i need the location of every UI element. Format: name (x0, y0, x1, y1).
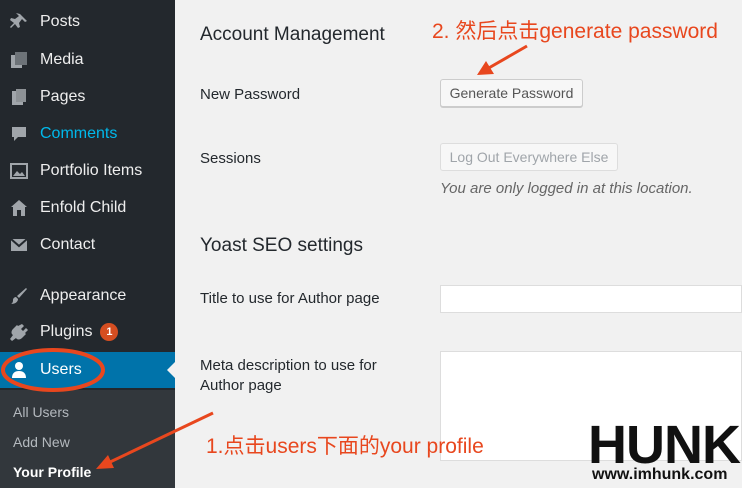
sidebar-item-label: Posts (40, 13, 81, 30)
home-icon (9, 198, 29, 218)
step1-annotation: 1.点击users下面的your profile (206, 435, 484, 458)
account-management-heading: Account Management (200, 24, 385, 45)
admin-sidebar: Posts Media Pages Comments Portfolio Ite… (0, 0, 175, 488)
logout-everywhere-button[interactable]: Log Out Everywhere Else (440, 143, 618, 171)
sessions-label: Sessions (200, 150, 261, 167)
media-icon (9, 50, 29, 70)
update-count-badge: 1 (100, 323, 119, 341)
submenu-item-add-new[interactable]: Add New (13, 434, 70, 450)
sidebar-item-label: Enfold Child (40, 199, 127, 216)
active-indicator (167, 362, 175, 378)
portfolio-icon (9, 161, 29, 181)
submenu-item-all-users[interactable]: All Users (13, 404, 69, 420)
arrow-to-generate (486, 44, 528, 71)
sidebar-item-media[interactable]: Media (0, 42, 175, 78)
sidebar-item-comments[interactable]: Comments (0, 116, 175, 152)
pin-icon (9, 12, 29, 32)
sidebar-item-label: Plugins (40, 323, 93, 340)
sessions-description: You are only logged in at this location. (440, 180, 693, 197)
sidebar-item-appearance[interactable]: Appearance (0, 278, 175, 314)
sidebar-item-enfold-child[interactable]: Enfold Child (0, 190, 175, 226)
sidebar-item-posts[interactable]: Posts (0, 4, 175, 40)
meta-description-label-line2: Author page (200, 377, 282, 394)
sidebar-item-label: Media (40, 51, 84, 68)
watermark-url: www.imhunk.com (592, 466, 728, 483)
mail-icon (9, 235, 29, 255)
user-icon (9, 360, 29, 380)
comments-icon (9, 124, 29, 144)
users-submenu: All Users Add New Your Profile (0, 390, 175, 488)
sidebar-item-label: Users (40, 361, 82, 378)
meta-description-label-line1: Meta description to use for (200, 357, 377, 374)
pages-icon (9, 87, 29, 107)
brush-icon (9, 286, 29, 306)
sidebar-item-plugins[interactable]: Plugins 1 (0, 314, 175, 350)
sidebar-item-label: Contact (40, 236, 96, 253)
new-password-label: New Password (200, 86, 301, 103)
sidebar-item-label: Pages (40, 88, 86, 105)
sidebar-item-contact[interactable]: Contact (0, 227, 175, 263)
yoast-seo-heading: Yoast SEO settings (200, 235, 364, 256)
step2-annotation: 2. 然后点击generate password (432, 20, 718, 43)
author-title-input[interactable] (440, 285, 742, 313)
sidebar-item-portfolio-items[interactable]: Portfolio Items (0, 153, 175, 189)
sidebar-item-label: Portfolio Items (40, 162, 143, 179)
submenu-item-your-profile[interactable]: Your Profile (13, 464, 91, 480)
author-title-label: Title to use for Author page (200, 290, 380, 307)
sidebar-item-label: Appearance (40, 287, 127, 304)
sidebar-item-pages[interactable]: Pages (0, 79, 175, 115)
sidebar-item-label: Comments (40, 125, 118, 142)
arrow-to-generate-head (477, 61, 494, 75)
sidebar-item-users[interactable]: Users (0, 352, 175, 388)
generate-password-button[interactable]: Generate Password (440, 79, 583, 107)
plugin-icon (9, 322, 29, 342)
